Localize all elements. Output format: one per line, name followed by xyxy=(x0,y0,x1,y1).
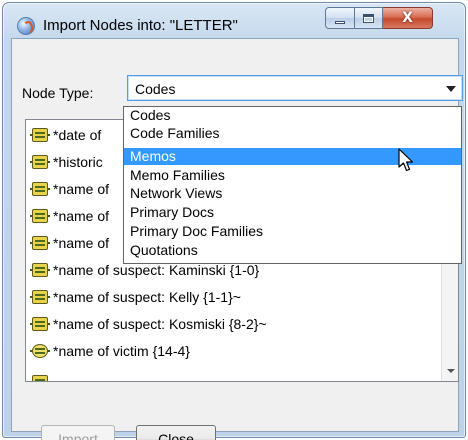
list-item[interactable]: *historic xyxy=(30,151,103,173)
list-item-label: *historic xyxy=(53,154,103,170)
list-item-label: *name of suspect: Kosmiski {8-2}~ xyxy=(53,316,267,332)
list-item-label: *name of xyxy=(53,208,110,224)
node-type-selected-value: Codes xyxy=(135,81,176,97)
dropdown-option[interactable]: Code Families xyxy=(124,125,461,142)
code-icon xyxy=(30,261,50,279)
dropdown-option[interactable]: Primary Doc Families xyxy=(124,223,461,240)
code-icon xyxy=(30,315,50,333)
list-item[interactable]: *name of xyxy=(30,178,109,200)
close-window-button[interactable]: X xyxy=(383,7,433,29)
chevron-down-icon[interactable] xyxy=(446,86,456,92)
mouse-pointer-icon xyxy=(398,148,414,172)
list-item-label: *name of suspect: Kelly {1-1}~ xyxy=(53,289,241,305)
dropdown-option[interactable]: Primary Docs xyxy=(124,204,461,221)
window-controls: X xyxy=(325,7,433,29)
code-star-icon xyxy=(30,342,50,360)
list-item[interactable]: *name of suspect: Kosmiski {8-2}~ xyxy=(30,313,267,335)
list-item[interactable]: *name of xyxy=(30,232,109,254)
list-item[interactable]: *name of victim {14-4} xyxy=(30,340,190,362)
window-title: Import Nodes into: "LETTER" xyxy=(43,17,238,34)
close-button[interactable]: Close xyxy=(136,425,216,440)
dropdown-option[interactable]: Network Views xyxy=(124,185,461,202)
import-button[interactable]: Import xyxy=(41,425,115,440)
dropdown-option[interactable]: Quotations xyxy=(124,242,461,259)
code-icon xyxy=(30,153,50,171)
minimize-icon xyxy=(335,20,345,24)
code-icon xyxy=(30,288,50,306)
code-icon xyxy=(30,373,50,381)
close-icon: X xyxy=(402,10,413,26)
list-item-label: *name of suspect: Kaminski {1-0} xyxy=(53,262,260,278)
code-icon xyxy=(30,207,50,225)
list-item-label: *name of xyxy=(53,181,110,197)
list-item-label: *name of victim {14-4} xyxy=(53,343,190,359)
code-icon xyxy=(30,234,50,252)
dropdown-option[interactable]: Codes xyxy=(124,107,461,124)
node-type-select[interactable]: Codes xyxy=(127,75,463,101)
list-item[interactable]: *name of xyxy=(30,205,109,227)
atlas-ti-globe-icon xyxy=(17,17,35,35)
code-icon xyxy=(30,180,50,198)
maximize-icon xyxy=(363,13,374,23)
list-item-label: *date of xyxy=(53,127,102,143)
list-item-label: *name of xyxy=(53,235,110,251)
scroll-down-arrow-icon[interactable] xyxy=(447,369,455,373)
list-item-partial xyxy=(30,366,53,381)
minimize-button[interactable] xyxy=(325,7,355,29)
node-type-dropdown-list: Codes Code Families Memos Memo Families … xyxy=(123,106,462,264)
list-item[interactable]: *date of xyxy=(30,124,101,146)
maximize-button[interactable] xyxy=(355,7,383,29)
list-item[interactable]: *name of suspect: Kelly {1-1}~ xyxy=(30,286,241,308)
code-icon xyxy=(30,126,50,144)
node-type-label: Node Type: xyxy=(22,85,94,101)
